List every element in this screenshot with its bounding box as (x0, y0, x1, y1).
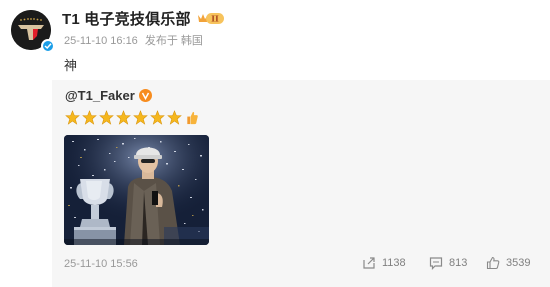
like-count: 3539 (506, 257, 531, 269)
post-source: 发布于 韩国 (144, 35, 203, 47)
retweet-author-row: @T1_Faker (65, 88, 152, 103)
retweet-emoji-text (65, 110, 199, 125)
post-timestamp[interactable]: 25-11-10 16:16 (64, 35, 138, 47)
repost-count: 1138 (382, 257, 406, 269)
vip-crown-icon[interactable]: II (197, 11, 225, 26)
verified-icon (41, 39, 55, 53)
comment-icon (429, 257, 443, 270)
post-meta: 25-11-10 16:16 发布于 韩国 (64, 32, 207, 48)
star-emoji-icon (116, 110, 131, 125)
author-avatar[interactable] (11, 10, 55, 53)
repost-button[interactable]: 1138 (362, 256, 406, 270)
retweet-timestamp[interactable]: 25-11-10 15:56 (64, 258, 138, 270)
like-button[interactable]: 3539 (486, 256, 530, 270)
comment-count: 813 (449, 257, 468, 269)
star-emoji-icon (167, 110, 182, 125)
thumbs-up-emoji-icon (187, 111, 198, 125)
star-emoji-icon (150, 110, 165, 125)
repost-icon (363, 257, 375, 269)
star-emoji-icon (82, 110, 97, 125)
weibo-post: T1 电子竞技俱乐部 II 25-11-10 16:16 发布于 韩国 神 @T… (0, 0, 550, 287)
star-emoji-icon (133, 110, 148, 125)
author-name-row: T1 电子竞技俱乐部 II (62, 8, 225, 29)
star-emoji-icon (99, 110, 114, 125)
post-text: 神 (64, 59, 78, 74)
author-name[interactable]: T1 电子竞技俱乐部 (62, 8, 191, 29)
thumbs-up-icon (486, 256, 500, 270)
retweet-photo[interactable] (64, 135, 209, 245)
vip-level-label: II (211, 13, 219, 23)
star-emoji-icon (65, 110, 80, 125)
retweet-card[interactable]: @T1_Faker 25-11-10 15:56 1138 813 3539 (52, 80, 550, 287)
comment-button[interactable]: 813 (429, 256, 467, 270)
retweet-author[interactable]: @T1_Faker (65, 88, 135, 103)
gold-v-badge-icon (138, 89, 152, 102)
